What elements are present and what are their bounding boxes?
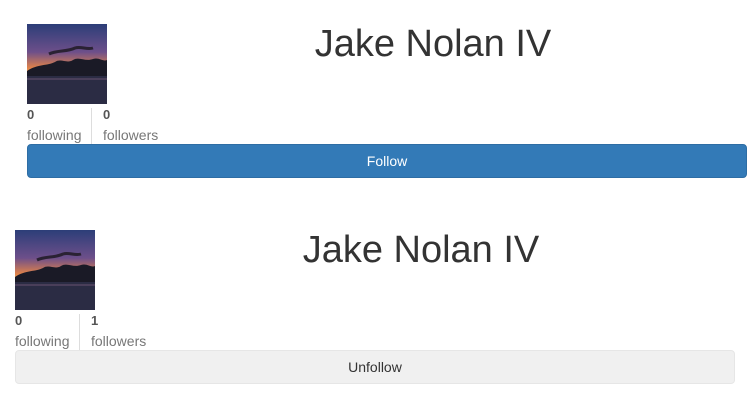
followers-stat[interactable]: 0 followers	[91, 108, 158, 146]
following-count: 0	[15, 313, 23, 328]
profile-name: Jake Nolan IV	[314, 23, 552, 65]
follow-button[interactable]: Follow	[27, 144, 747, 178]
sunset-image	[15, 230, 95, 310]
followers-label: followers	[91, 333, 147, 349]
following-stat[interactable]: 0 following	[27, 108, 91, 146]
followers-count: 1	[91, 313, 99, 328]
profile-stats: 0 following 0 followers	[27, 108, 158, 146]
followers-label: followers	[103, 127, 159, 143]
followers-stat[interactable]: 1 followers	[79, 314, 146, 352]
profile-name: Jake Nolan IV	[302, 229, 540, 271]
followers-count: 0	[103, 107, 111, 122]
following-count: 0	[27, 107, 35, 122]
avatar	[27, 24, 107, 104]
profile-card: Jake Nolan IV 0 following 0 followers Fo…	[27, 23, 747, 180]
sunset-image	[27, 24, 107, 104]
following-label: following	[27, 127, 82, 143]
profile-stats: 0 following 1 followers	[15, 314, 146, 352]
unfollow-button[interactable]: Unfollow	[15, 350, 735, 384]
profile-card: Jake Nolan IV 0 following 1 followers Un…	[15, 229, 735, 386]
avatar	[15, 230, 95, 310]
following-stat[interactable]: 0 following	[15, 314, 79, 352]
following-label: following	[15, 333, 70, 349]
